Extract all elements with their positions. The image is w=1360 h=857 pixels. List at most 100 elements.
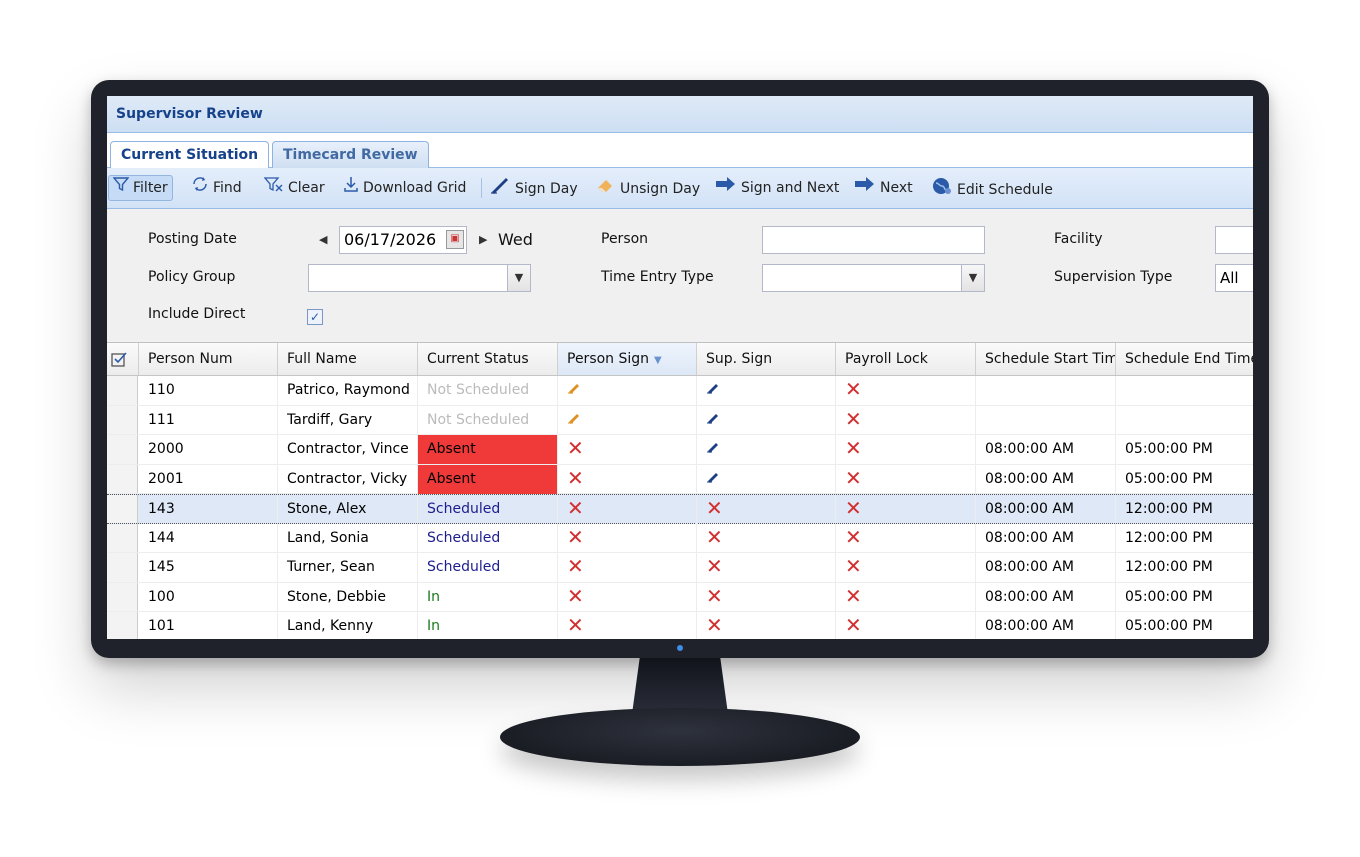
chevron-down-icon[interactable]: ▼ xyxy=(507,265,530,291)
num-cell: 2000 xyxy=(139,435,278,464)
tab-current-situation[interactable]: Current Situation xyxy=(110,141,270,169)
globe-icon xyxy=(931,176,953,204)
download-grid-button[interactable]: Download Grid xyxy=(343,176,466,200)
status-cell: In xyxy=(418,612,558,639)
column-header-schedule-end-time[interactable]: Schedule End Time xyxy=(1116,343,1253,375)
x-icon: ✕ xyxy=(567,583,584,608)
row-selector[interactable] xyxy=(107,435,138,464)
column-header-label: Schedule End Time xyxy=(1125,351,1253,367)
row-selector[interactable] xyxy=(107,553,138,582)
status-cell: Scheduled xyxy=(418,553,558,582)
column-header-sup-sign[interactable]: Sup. Sign xyxy=(697,343,836,375)
prev-day-button[interactable]: ◀ xyxy=(319,233,327,246)
next-button[interactable]: Next xyxy=(854,176,913,200)
calendar-icon[interactable]: ▣ xyxy=(446,230,464,249)
x-icon: ✕ xyxy=(567,524,584,549)
tab-timecard-review[interactable]: Timecard Review xyxy=(272,141,429,168)
table-row[interactable]: 111 Tardiff, Gary Not Scheduled ✕ xyxy=(107,405,1253,435)
chevron-down-icon[interactable]: ▼ xyxy=(961,265,984,291)
clear-filter-icon xyxy=(263,176,284,200)
x-icon: ✕ xyxy=(845,613,862,637)
status-cell: Scheduled xyxy=(418,495,558,524)
posting-date-field[interactable]: 06/17/2026 ▣ xyxy=(339,226,467,254)
posting-date-label: Posting Date xyxy=(148,231,237,247)
column-header-current-status[interactable]: Current Status xyxy=(418,343,558,375)
sup-sign-cell xyxy=(697,464,836,494)
person-input[interactable] xyxy=(762,226,985,254)
filter-button[interactable]: Filter xyxy=(108,175,173,201)
num-cell: 144 xyxy=(139,523,278,553)
pen-icon xyxy=(706,382,720,398)
sign-day-label: Sign Day xyxy=(515,181,578,197)
column-header-person-sign[interactable]: Person Sign ▼ xyxy=(558,343,697,375)
supervision-type-value: All xyxy=(1220,269,1239,287)
include-direct-checkbox[interactable]: ✓ xyxy=(307,309,323,325)
end-cell: 05:00:00 PM xyxy=(1116,612,1253,639)
sign-day-button[interactable]: Sign Day xyxy=(489,176,578,200)
eraser-icon xyxy=(594,176,616,202)
column-header-full-name[interactable]: Full Name xyxy=(278,343,418,375)
download-label: Download Grid xyxy=(363,180,467,196)
x-icon: ✕ xyxy=(845,406,862,431)
filter-panel: Posting Date ◀ 06/17/2026 ▣ ▶ Wed Person… xyxy=(107,209,1253,343)
supervision-type-select[interactable]: All xyxy=(1215,264,1253,292)
table-row[interactable]: 2000 Contractor, Vince Absent ✕ ✕ 08:00:00 AM… xyxy=(107,435,1253,465)
num-cell: 145 xyxy=(139,553,278,582)
row-selector[interactable] xyxy=(107,582,138,611)
unsign-day-button[interactable]: Unsign Day xyxy=(594,176,700,200)
name-cell: Stone, Debbie xyxy=(278,582,418,612)
time-entry-type-select[interactable]: ▼ xyxy=(762,264,985,292)
column-header-label: Payroll Lock xyxy=(845,351,928,367)
clear-button[interactable]: Clear xyxy=(263,176,325,200)
column-header-person-num[interactable]: Person Num xyxy=(139,343,278,375)
start-cell: 08:00:00 AM xyxy=(976,612,1116,639)
start-cell: 08:00:00 AM xyxy=(976,582,1116,612)
payroll-lock-cell: ✕ xyxy=(836,553,976,582)
table-row[interactable]: 143 Stone, Alex Scheduled ✕ ✕ ✕ 08:00:00 AM 12:… xyxy=(107,494,1253,524)
person-sign-cell: ✕ xyxy=(558,464,697,494)
refresh-icon xyxy=(191,176,209,200)
x-icon: ✕ xyxy=(706,613,723,637)
find-button[interactable]: Find xyxy=(191,176,242,200)
table-row[interactable]: 144 Land, Sonia Scheduled ✕ ✕ ✕ 08:00:00 AM 12:… xyxy=(107,523,1253,553)
select-all-icon[interactable] xyxy=(107,343,139,375)
row-selector[interactable] xyxy=(107,612,138,639)
download-icon xyxy=(343,176,359,200)
payroll-lock-cell: ✕ xyxy=(836,582,976,612)
table-row[interactable]: 145 Turner, Sean Scheduled ✕ ✕ ✕ 08:00:00 AM 12… xyxy=(107,553,1253,583)
supervision-type-label: Supervision Type xyxy=(1054,269,1173,285)
start-cell: 08:00:00 AM xyxy=(976,464,1116,494)
person-sign-cell: ✕ xyxy=(558,523,697,553)
sup-sign-cell: ✕ xyxy=(697,523,836,553)
monitor-stand-neck xyxy=(632,658,728,714)
table-row[interactable]: 101 Land, Kenny In ✕ ✕ ✕ 08:00:00 AM 05:00:00 P… xyxy=(107,612,1253,639)
facility-input[interactable] xyxy=(1215,226,1253,254)
table-row[interactable]: 100 Stone, Debbie In ✕ ✕ ✕ 08:00:00 AM 05:00:00… xyxy=(107,582,1253,612)
policy-group-select[interactable]: ▼ xyxy=(308,264,531,292)
table-row[interactable]: 110 Patrico, Raymond Not Scheduled ✕ xyxy=(107,376,1253,406)
column-header-label: Person Num xyxy=(148,351,233,367)
person-sign-cell xyxy=(558,405,697,435)
column-header-schedule-start-time[interactable]: Schedule Start Time xyxy=(976,343,1116,375)
row-selector[interactable] xyxy=(107,376,138,405)
arrow-right-icon xyxy=(854,176,876,200)
row-selector[interactable] xyxy=(107,523,138,552)
name-cell: Stone, Alex xyxy=(278,495,418,524)
filter-label: Filter xyxy=(133,180,168,196)
pen-icon xyxy=(706,412,720,428)
table-row[interactable]: 2001 Contractor, Vicky Absent ✕ ✕ 08:00:00 AM… xyxy=(107,464,1253,494)
row-selector[interactable] xyxy=(107,464,138,493)
next-day-button[interactable]: ▶ xyxy=(479,233,487,246)
payroll-lock-cell: ✕ xyxy=(836,435,976,464)
edit-schedule-button[interactable]: Edit Schedule xyxy=(931,176,1053,200)
pencil-icon xyxy=(567,412,581,428)
column-header-label: Full Name xyxy=(287,351,357,367)
sign-and-next-button[interactable]: Sign and Next xyxy=(715,176,839,200)
name-cell: Tardiff, Gary xyxy=(278,405,418,435)
column-header-payroll-lock[interactable]: Payroll Lock xyxy=(836,343,976,375)
pen-icon xyxy=(706,471,720,487)
policy-group-label: Policy Group xyxy=(148,269,236,285)
row-selector[interactable] xyxy=(107,495,138,523)
sort-desc-icon: ▼ xyxy=(654,355,662,366)
row-selector[interactable] xyxy=(107,405,138,434)
